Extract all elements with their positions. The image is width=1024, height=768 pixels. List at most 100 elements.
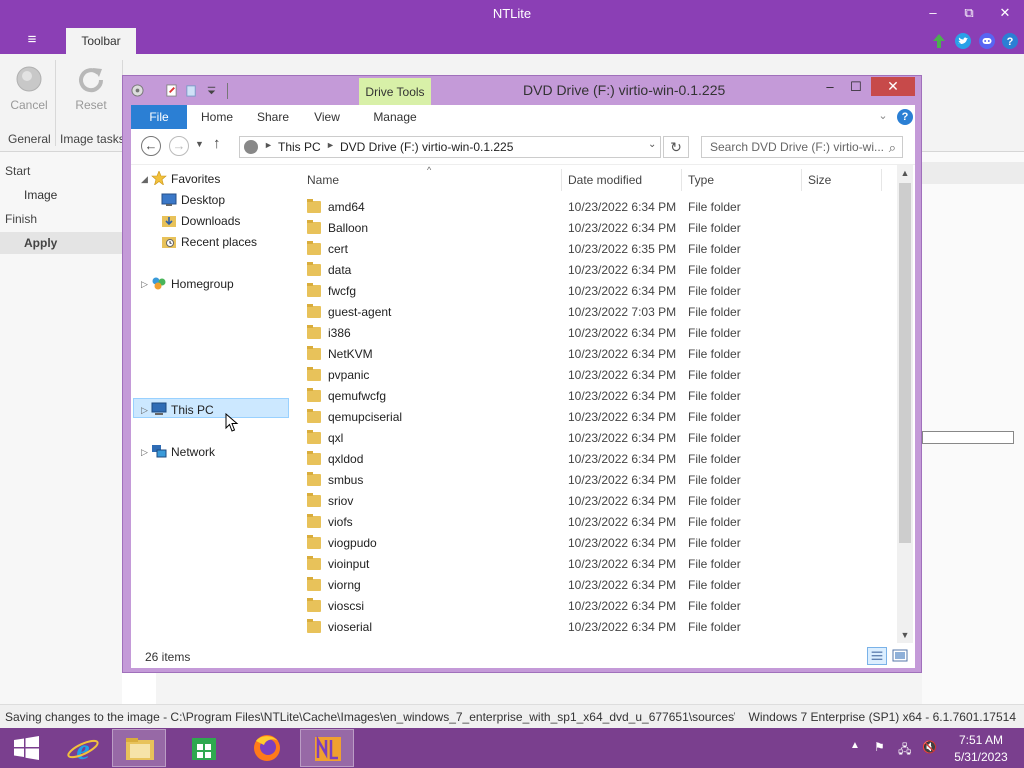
file-row[interactable]: pvpanic 10/23/2022 6:34 PM File folder	[299, 365, 889, 386]
refresh-button[interactable]: ↻	[663, 136, 689, 158]
scroll-up-icon[interactable]: ▲	[897, 165, 913, 181]
restore-button[interactable]: ⧉	[954, 4, 984, 24]
large-icons-view-icon[interactable]	[891, 647, 909, 665]
search-input[interactable]: Search DVD Drive (F:) virtio-wi... ⌕	[701, 136, 903, 158]
twitter-icon[interactable]	[954, 32, 972, 50]
address-dropdown-icon[interactable]: ⌄	[648, 139, 656, 150]
breadcrumb-separator[interactable]: ►	[326, 140, 335, 150]
tree-desktop[interactable]: Desktop	[181, 193, 225, 207]
tree-collapsed-icon[interactable]: ▷	[141, 279, 148, 290]
app-menu-button[interactable]: ≡	[18, 31, 46, 51]
file-row[interactable]: qxldod 10/23/2022 6:34 PM File folder	[299, 449, 889, 470]
file-row[interactable]: vioscsi 10/23/2022 6:34 PM File folder	[299, 596, 889, 617]
tab-drive-tools[interactable]: Drive Tools	[359, 78, 431, 106]
explorer-help-button[interactable]: ?	[897, 109, 913, 125]
file-name[interactable]: amd64	[328, 200, 365, 214]
discord-icon[interactable]	[978, 32, 996, 50]
explorer-close-button[interactable]: ✕	[871, 77, 915, 96]
tree-expanded-icon[interactable]: ◢	[141, 174, 148, 185]
breadcrumb-this-pc[interactable]: This PC	[278, 140, 321, 154]
recent-locations-icon[interactable]: ▼	[195, 139, 204, 149]
file-row[interactable]: amd64 10/23/2022 6:34 PM File folder	[299, 197, 889, 218]
file-name[interactable]: qxl	[328, 431, 343, 445]
file-name[interactable]: viofs	[328, 515, 353, 529]
new-folder-icon[interactable]	[185, 84, 198, 97]
address-bar[interactable]: ► This PC ► DVD Drive (F:) virtio-win-0.…	[239, 136, 661, 158]
file-row[interactable]: vioinput 10/23/2022 6:34 PM File folder	[299, 554, 889, 575]
file-name[interactable]: qemufwcfg	[328, 389, 386, 403]
clock-date[interactable]: 5/31/2023	[948, 750, 1014, 764]
file-row[interactable]: viofs 10/23/2022 6:34 PM File folder	[299, 512, 889, 533]
tab-home[interactable]: Home	[193, 105, 241, 129]
show-hidden-icons[interactable]: ▲	[850, 740, 860, 751]
taskbar-internet-explorer[interactable]: e	[56, 729, 110, 767]
column-divider[interactable]	[681, 169, 682, 191]
tree-downloads[interactable]: Downloads	[181, 214, 240, 228]
action-center-flag-icon[interactable]: ⚑	[874, 740, 888, 754]
network-tray-icon[interactable]: 🖧	[898, 740, 912, 756]
taskbar-store[interactable]	[178, 729, 232, 767]
tree-network[interactable]: Network	[171, 445, 215, 459]
file-row[interactable]: vioserial 10/23/2022 6:34 PM File folder	[299, 617, 889, 637]
close-button[interactable]: ✕	[990, 4, 1020, 24]
file-name[interactable]: guest-agent	[328, 305, 391, 319]
file-row[interactable]: i386 10/23/2022 6:34 PM File folder	[299, 323, 889, 344]
tab-share[interactable]: Share	[249, 105, 297, 129]
tree-favorites[interactable]: Favorites	[171, 172, 220, 186]
file-row[interactable]: qxl 10/23/2022 6:34 PM File folder	[299, 428, 889, 449]
file-row[interactable]: qemufwcfg 10/23/2022 6:34 PM File folder	[299, 386, 889, 407]
file-name[interactable]: qxldod	[328, 452, 363, 466]
drive-icon[interactable]	[131, 84, 144, 97]
file-row[interactable]: qemupciserial 10/23/2022 6:34 PM File fold…	[299, 407, 889, 428]
file-row[interactable]: smbus 10/23/2022 6:34 PM File folder	[299, 470, 889, 491]
column-divider[interactable]	[801, 169, 802, 191]
tree-collapsed-icon[interactable]: ▷	[141, 405, 148, 416]
column-date-modified[interactable]: Date modified	[568, 173, 642, 187]
file-row[interactable]: viogpudo 10/23/2022 6:34 PM File folder	[299, 533, 889, 554]
taskbar-firefox[interactable]	[240, 729, 294, 767]
taskbar-file-explorer[interactable]	[112, 729, 166, 767]
file-name[interactable]: vioscsi	[328, 599, 364, 613]
scroll-thumb[interactable]	[899, 183, 911, 543]
tree-homegroup[interactable]: Homegroup	[171, 277, 234, 291]
tab-toolbar[interactable]: Toolbar	[66, 28, 136, 54]
taskbar-ntlite[interactable]	[300, 729, 354, 767]
column-type[interactable]: Type	[688, 173, 714, 187]
tab-manage[interactable]: Manage	[359, 105, 431, 129]
collapse-ribbon-icon[interactable]: ⌄	[875, 107, 891, 125]
back-button[interactable]: ←	[141, 136, 161, 156]
file-name[interactable]: qemupciserial	[328, 410, 402, 424]
nav-image[interactable]: Image	[24, 188, 57, 202]
file-name[interactable]: cert	[328, 242, 348, 256]
tree-this-pc[interactable]: This PC	[171, 403, 214, 417]
file-name[interactable]: vioinput	[328, 557, 369, 571]
volume-muted-icon[interactable]: 🔇	[922, 740, 937, 754]
column-size[interactable]: Size	[808, 173, 831, 187]
tree-recent-places[interactable]: Recent places	[181, 235, 257, 249]
minimize-button[interactable]: –	[918, 4, 948, 24]
file-row[interactable]: NetKVM 10/23/2022 6:34 PM File folder	[299, 344, 889, 365]
column-divider[interactable]	[561, 169, 562, 191]
customize-qat-icon[interactable]	[205, 84, 218, 97]
file-row[interactable]: data 10/23/2022 6:34 PM File folder	[299, 260, 889, 281]
file-name[interactable]: sriov	[328, 494, 353, 508]
file-name[interactable]: smbus	[328, 473, 363, 487]
breadcrumb-separator[interactable]: ►	[264, 140, 273, 150]
clock-time[interactable]: 7:51 AM	[948, 733, 1014, 747]
details-view-icon[interactable]	[867, 647, 887, 665]
file-name[interactable]: viorng	[328, 578, 361, 592]
start-button[interactable]	[0, 729, 54, 767]
file-row[interactable]: guest-agent 10/23/2022 7:03 PM File folder	[299, 302, 889, 323]
forward-button[interactable]: →	[169, 136, 189, 156]
up-icon[interactable]: ↑	[213, 135, 221, 152]
file-row[interactable]: sriov 10/23/2022 6:34 PM File folder	[299, 491, 889, 512]
cancel-button[interactable]: Cancel	[4, 62, 54, 118]
file-row[interactable]: fwcfg 10/23/2022 6:34 PM File folder	[299, 281, 889, 302]
upgrade-arrow-icon[interactable]	[930, 32, 948, 50]
column-name[interactable]: Name	[307, 173, 339, 187]
file-row[interactable]: Balloon 10/23/2022 6:34 PM File folder	[299, 218, 889, 239]
file-row[interactable]: viorng 10/23/2022 6:34 PM File folder	[299, 575, 889, 596]
column-divider[interactable]	[881, 169, 882, 191]
nav-apply[interactable]: Apply	[24, 236, 57, 250]
file-row[interactable]: cert 10/23/2022 6:35 PM File folder	[299, 239, 889, 260]
